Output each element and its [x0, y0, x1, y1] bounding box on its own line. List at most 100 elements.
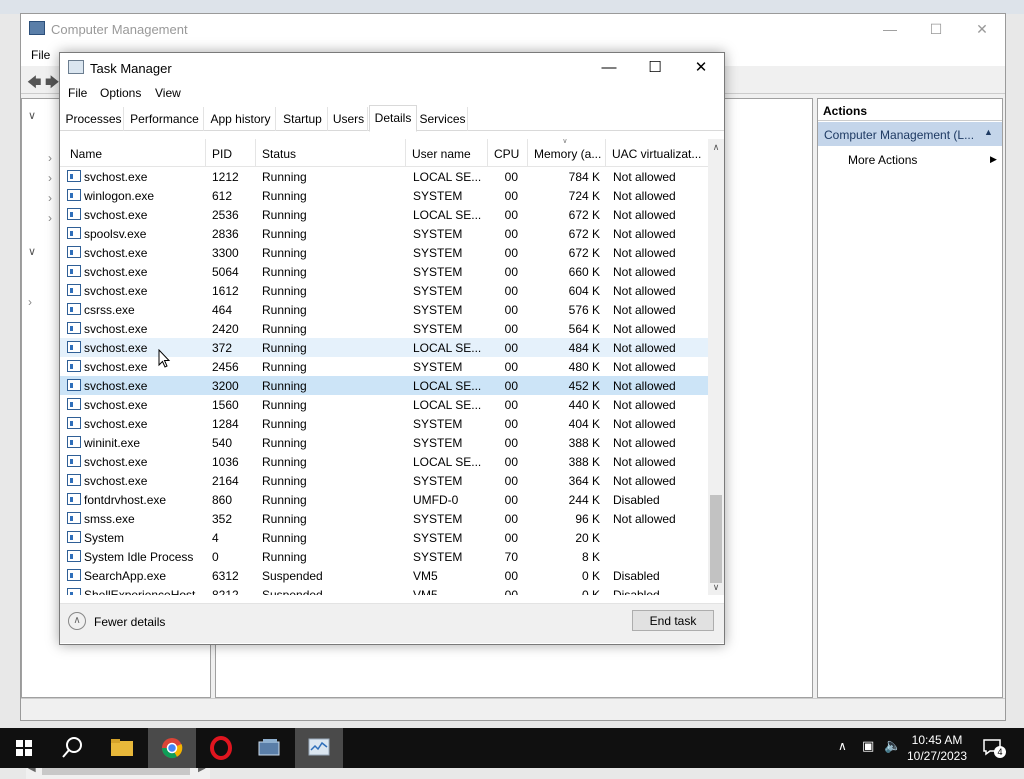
- minimize-button[interactable]: —: [867, 14, 913, 44]
- cell-cpu: 00: [504, 512, 518, 526]
- tree-chevron-icon[interactable]: ›: [48, 151, 52, 165]
- process-icon: [67, 303, 81, 315]
- close-button[interactable]: ✕: [959, 14, 1005, 44]
- actions-selected-item[interactable]: Computer Management (L... ▲: [818, 122, 1002, 146]
- scroll-thumb[interactable]: [710, 495, 722, 583]
- tree-chevron-icon[interactable]: ›: [48, 191, 52, 205]
- tab-startup[interactable]: Startup: [278, 107, 328, 131]
- menu-options[interactable]: Options: [100, 86, 141, 100]
- table-row[interactable]: smss.exe 352 Running SYSTEM 00 96 K Not allowe…: [60, 509, 708, 528]
- notification-center-icon[interactable]: 4: [982, 738, 1006, 758]
- forward-arrow-icon[interactable]: 🡆: [45, 72, 59, 96]
- cell-memory: 484 K: [568, 341, 600, 355]
- tree-expand-icon[interactable]: ∨: [28, 245, 36, 258]
- table-row[interactable]: csrss.exe 464 Running SYSTEM 00 576 K Not allo…: [60, 300, 708, 319]
- end-task-button[interactable]: End task: [632, 610, 714, 631]
- table-row[interactable]: svchost.exe 1036 Running LOCAL SE... 00 388 K…: [60, 452, 708, 471]
- tm-close-button[interactable]: ✕: [678, 53, 724, 83]
- table-row[interactable]: svchost.exe 3300 Running SYSTEM 00 672 K Not a…: [60, 243, 708, 262]
- table-row[interactable]: ShellExperienceHost... 8212 Suspended VM5 00…: [60, 585, 708, 595]
- computer-management-icon: [29, 21, 45, 35]
- tm-minimize-button[interactable]: —: [586, 53, 632, 83]
- show-hidden-icons-icon[interactable]: ∧: [838, 739, 847, 753]
- column-header-name[interactable]: Name: [64, 139, 206, 167]
- cell-pid: 3200: [212, 379, 239, 393]
- table-row[interactable]: spoolsv.exe 2836 Running SYSTEM 00 672 K Not a…: [60, 224, 708, 243]
- file-explorer-icon[interactable]: [98, 728, 146, 768]
- table-vscrollbar[interactable]: ∧ ∨: [708, 139, 724, 595]
- tm-maximize-button[interactable]: ☐: [632, 53, 678, 83]
- chevron-up-circle-icon[interactable]: ∧: [68, 612, 86, 630]
- scroll-down-icon[interactable]: ∨: [708, 579, 724, 595]
- cell-cpu: 00: [504, 588, 518, 595]
- tab-details[interactable]: Details: [369, 105, 417, 132]
- fewer-details-link[interactable]: Fewer details: [94, 615, 165, 629]
- column-header-username[interactable]: User name: [406, 139, 488, 167]
- column-header-pid[interactable]: PID: [206, 139, 256, 167]
- cell-status: Running: [262, 322, 307, 336]
- table-row[interactable]: winlogon.exe 612 Running SYSTEM 00 724 K Not a…: [60, 186, 708, 205]
- task-manager-icon[interactable]: [295, 728, 343, 768]
- table-row[interactable]: SearchApp.exe 6312 Suspended VM5 00 0 K Disabl…: [60, 566, 708, 585]
- table-row[interactable]: svchost.exe 2536 Running LOCAL SE... 00 672 K…: [60, 205, 708, 224]
- menu-view[interactable]: View: [155, 86, 181, 100]
- table-row[interactable]: svchost.exe 1560 Running LOCAL SE... 00 440 K…: [60, 395, 708, 414]
- chrome-icon[interactable]: [148, 728, 196, 768]
- submenu-arrow-icon[interactable]: ▶: [990, 154, 997, 165]
- tab-users[interactable]: Users: [330, 107, 368, 131]
- tab-app-history[interactable]: App history: [206, 107, 276, 131]
- cell-name: svchost.exe: [84, 341, 148, 355]
- more-actions-item[interactable]: More Actions: [848, 153, 917, 167]
- table-row[interactable]: System Idle Process 0 Running SYSTEM 70 8 K: [60, 547, 708, 566]
- mouse-cursor-icon: [158, 349, 171, 368]
- tree-chevron-icon[interactable]: ›: [28, 295, 32, 309]
- back-arrow-icon[interactable]: 🡄: [27, 72, 41, 96]
- tab-services[interactable]: Services: [418, 107, 468, 131]
- table-row[interactable]: svchost.exe 1212 Running LOCAL SE... 00 784 K…: [60, 167, 708, 186]
- cell-user: LOCAL SE...: [413, 455, 482, 469]
- column-header-uac[interactable]: UAC virtualizat...: [606, 139, 708, 167]
- network-icon[interactable]: ▣: [862, 738, 874, 754]
- cell-cpu: 00: [504, 398, 518, 412]
- process-icon: [67, 455, 81, 467]
- tm-titlebar[interactable]: Task Manager — ☐ ✕: [60, 53, 724, 83]
- table-row[interactable]: svchost.exe 1284 Running SYSTEM 00 404 K Not a…: [60, 414, 708, 433]
- cell-cpu: 00: [504, 474, 518, 488]
- cell-user: VM5: [413, 588, 438, 595]
- cell-uac: Not allowed: [613, 303, 676, 317]
- collapse-up-icon[interactable]: ▲: [984, 127, 993, 137]
- network-app-icon[interactable]: [246, 728, 294, 768]
- table-row[interactable]: wininit.exe 540 Running SYSTEM 00 388 K Not al…: [60, 433, 708, 452]
- cell-status: Running: [262, 227, 307, 241]
- cell-user: LOCAL SE...: [413, 170, 482, 184]
- clock[interactable]: 10:45 AM 10/27/2023: [898, 732, 976, 764]
- cell-cpu: 00: [504, 436, 518, 450]
- tree-expand-icon[interactable]: ∨: [28, 109, 36, 122]
- table-row[interactable]: svchost.exe 2164 Running SYSTEM 00 364 K Not a…: [60, 471, 708, 490]
- table-row[interactable]: svchost.exe 5064 Running SYSTEM 00 660 K Not a…: [60, 262, 708, 281]
- table-row[interactable]: fontdrvhost.exe 860 Running UMFD-0 00 244 K Di…: [60, 490, 708, 509]
- search-icon[interactable]: [48, 728, 96, 768]
- column-header-cpu[interactable]: CPU: [488, 139, 528, 167]
- tree-chevron-icon[interactable]: ›: [48, 211, 52, 225]
- table-row[interactable]: svchost.exe 1612 Running SYSTEM 00 604 K Not a…: [60, 281, 708, 300]
- table-row[interactable]: svchost.exe 3200 Running LOCAL SE... 00 452 K…: [60, 376, 708, 395]
- cell-uac: Not allowed: [613, 455, 676, 469]
- windows-start-icon[interactable]: [0, 728, 48, 768]
- background-window-strip: [0, 0, 1024, 14]
- tree-chevron-icon[interactable]: ›: [48, 171, 52, 185]
- maximize-button[interactable]: ☐: [913, 14, 959, 44]
- process-icon: [67, 474, 81, 486]
- table-row[interactable]: svchost.exe 2420 Running SYSTEM 00 564 K Not a…: [60, 319, 708, 338]
- column-header-status[interactable]: Status: [256, 139, 406, 167]
- cell-status: Running: [262, 284, 307, 298]
- menu-file[interactable]: File: [68, 86, 87, 100]
- scroll-up-icon[interactable]: ∧: [708, 139, 724, 155]
- table-row[interactable]: System 4 Running SYSTEM 00 20 K: [60, 528, 708, 547]
- cell-cpu: 00: [504, 455, 518, 469]
- tab-processes[interactable]: Processes: [64, 107, 124, 131]
- cm-title: Computer Management: [51, 22, 188, 37]
- cm-menu-file[interactable]: File: [31, 48, 50, 62]
- opera-icon[interactable]: [197, 728, 245, 768]
- tab-performance[interactable]: Performance: [126, 107, 204, 131]
